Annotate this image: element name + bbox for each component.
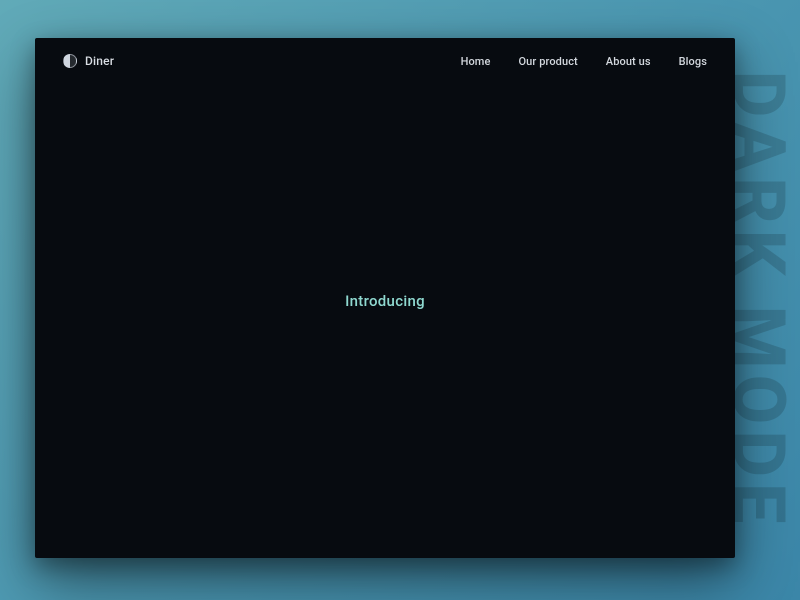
nav-link-blogs[interactable]: Blogs [679, 55, 707, 68]
nav-link-our-product[interactable]: Our product [518, 55, 577, 68]
page-background: DARK MODE Diner Home Our product About u… [0, 0, 800, 600]
nav-links: Home Our product About us Blogs [461, 55, 707, 68]
navbar: Diner Home Our product About us Blogs [35, 38, 735, 84]
nav-link-home[interactable]: Home [461, 55, 491, 68]
contrast-icon [63, 54, 77, 68]
brand[interactable]: Diner [63, 54, 114, 68]
nav-link-about-us[interactable]: About us [606, 55, 651, 68]
hero-text: Introducing [345, 292, 425, 310]
hero-area: Introducing [35, 84, 735, 558]
brand-name: Diner [85, 54, 114, 68]
app-window: Diner Home Our product About us Blogs In… [35, 38, 735, 558]
